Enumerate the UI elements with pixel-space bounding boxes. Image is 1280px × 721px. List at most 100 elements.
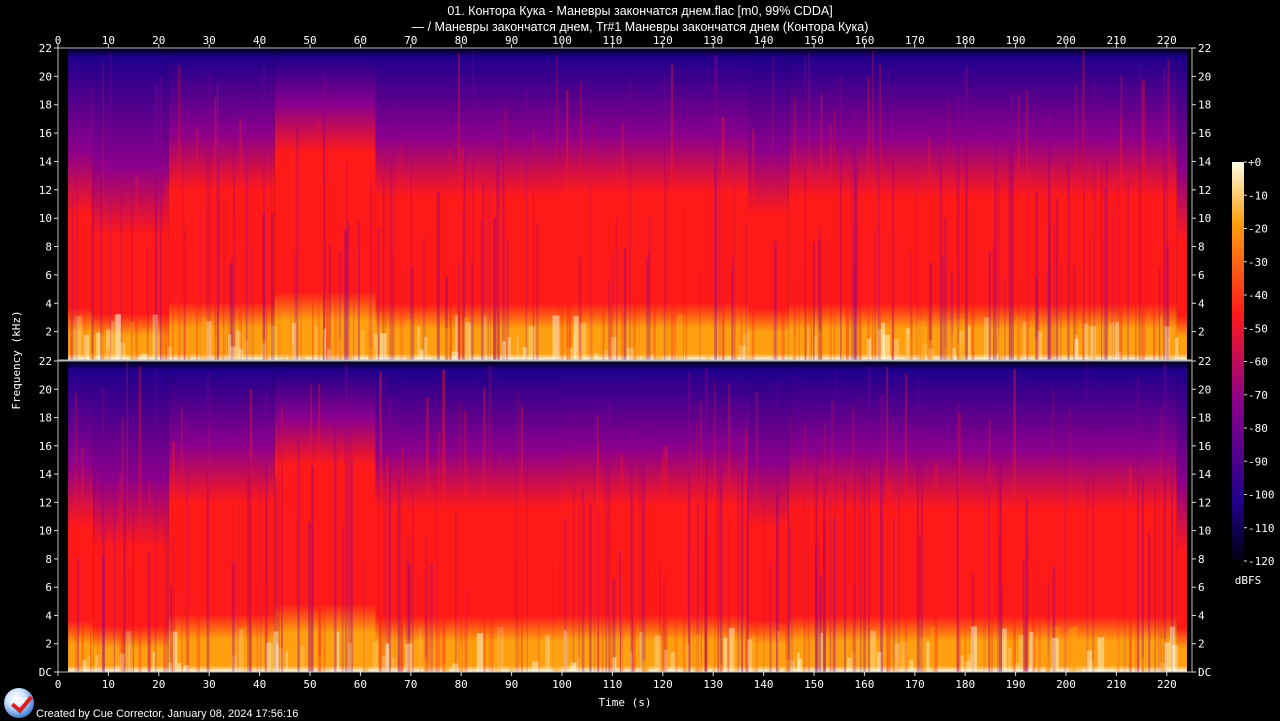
transient-streak: [172, 279, 174, 360]
bass-energy: [931, 626, 936, 672]
transient-streak: [774, 241, 777, 360]
transient-streak: [386, 457, 390, 672]
transient-streak: [597, 509, 600, 672]
transient-streak: [746, 408, 749, 672]
bass-energy: [96, 332, 101, 360]
transient-streak: [963, 482, 966, 672]
transient-streak: [685, 253, 688, 360]
transient-streak: [232, 218, 235, 360]
y-tick-label: 6: [45, 581, 52, 594]
transient-streak: [790, 520, 794, 672]
bass-energy: [952, 348, 956, 360]
transient-streak: [1067, 161, 1070, 360]
bass-energy: [792, 337, 796, 360]
colorbar: +0 -10 -20 -30 -40 -50 -60 -70 -80 -90 -100 -110 -12…: [1232, 156, 1275, 587]
transient-streak: [334, 133, 337, 360]
x-tick-label: 70: [404, 678, 417, 691]
transient-streak: [844, 482, 847, 672]
transient-streak: [581, 489, 585, 672]
bass-energy: [219, 328, 225, 360]
bass-energy: [1090, 353, 1096, 360]
transient-streak: [183, 242, 185, 360]
x-tick-label: 30: [203, 34, 216, 47]
x-tick-label: 20: [152, 34, 165, 47]
bass-energy: [476, 633, 484, 672]
transient-streak: [1123, 386, 1126, 672]
bass-energy: [813, 335, 818, 360]
transient-streak: [532, 128, 535, 360]
bass-energy: [452, 663, 458, 672]
bass-energy: [327, 348, 331, 360]
transient-streak: [769, 562, 771, 672]
transient-streak: [643, 422, 646, 672]
bass-energy: [734, 338, 738, 360]
transient-streak: [113, 434, 116, 672]
transient-streak: [208, 425, 210, 672]
bass-energy: [172, 631, 178, 672]
bass-energy: [909, 659, 914, 672]
transient-streak: [996, 384, 998, 672]
transient-streak: [1153, 259, 1155, 360]
x-tick-label: 120: [653, 678, 673, 691]
bass-energy: [639, 631, 643, 672]
transient-streak: [323, 524, 326, 672]
colorbar-tick-label: -110: [1248, 522, 1275, 535]
x-tick-label: 220: [1157, 678, 1177, 691]
bass-energy: [670, 652, 676, 672]
transient-streak: [369, 178, 373, 360]
bass-energy: [1036, 641, 1040, 672]
y-tick-label: 10: [39, 525, 52, 538]
y-tick-label: 10: [1198, 525, 1211, 538]
transient-streak: [398, 473, 402, 672]
bass-energy: [610, 337, 617, 360]
y-tick-label: 6: [1198, 269, 1205, 282]
transient-streak: [205, 493, 209, 672]
transient-streak: [278, 221, 281, 360]
bass-energy: [893, 338, 900, 360]
bass-energy: [1008, 648, 1012, 672]
bass-energy: [571, 662, 577, 672]
bass-energy: [746, 639, 753, 672]
bass-energy: [509, 648, 515, 672]
x-tick-label: 20: [152, 678, 165, 691]
bass-energy: [130, 347, 137, 360]
bass-energy: [386, 643, 389, 672]
transient-streak: [278, 384, 280, 672]
transient-streak: [810, 159, 813, 360]
bass-energy: [183, 665, 189, 672]
transient-streak: [630, 430, 633, 672]
x-tick-label: 150: [804, 34, 824, 47]
transient-streak: [984, 464, 986, 672]
bass-energy: [419, 349, 424, 360]
transient-streak: [449, 148, 451, 360]
transient-streak: [944, 217, 947, 360]
transient-streak: [687, 372, 691, 672]
bass-energy: [168, 662, 172, 672]
y-tick-label: 14: [1198, 468, 1212, 481]
bass-energy: [677, 314, 684, 360]
bass-energy: [140, 353, 148, 360]
bass-energy: [381, 656, 386, 672]
bass-energy: [417, 326, 420, 360]
x-tick-label: 140: [754, 34, 774, 47]
transient-streak: [1013, 368, 1016, 672]
transient-streak: [887, 479, 891, 672]
colorbar-tick-label: -70: [1248, 389, 1268, 402]
bass-energy: [497, 626, 504, 672]
transient-streak: [197, 587, 200, 672]
transient-streak: [411, 459, 414, 672]
colorbar-tick-label: -80: [1248, 422, 1268, 435]
y-tick-label: 10: [39, 212, 52, 225]
transient-streak: [489, 160, 491, 360]
transient-streak: [520, 406, 523, 672]
transient-streak: [515, 559, 517, 672]
transient-streak: [755, 391, 759, 672]
y-tick-label: 6: [1198, 581, 1205, 594]
bass-energy: [556, 652, 561, 672]
bass-energy: [1086, 650, 1092, 672]
transient-streak: [714, 55, 717, 361]
bass-energy: [325, 643, 330, 672]
transient-streak: [1086, 361, 1089, 672]
bass-energy: [545, 635, 550, 672]
transient-streak: [317, 119, 321, 361]
